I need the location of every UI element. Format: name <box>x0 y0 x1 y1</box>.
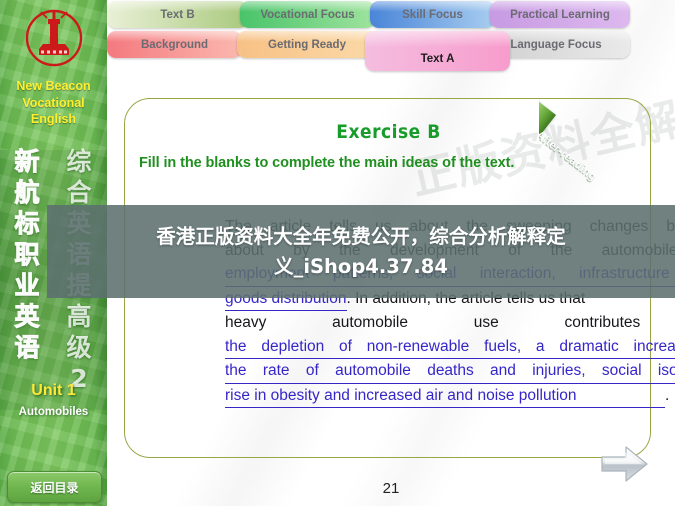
slide-stage: New Beacon Vocational English 新 航 标 职 业 … <box>0 0 675 506</box>
brand-title: New Beacon Vocational English <box>0 78 107 128</box>
paragraph-line-4: goods distribution. In addition, the art… <box>225 287 675 311</box>
cn-char: 合 <box>66 178 92 207</box>
cn-char: 新 <box>14 147 40 177</box>
cn-char: 航 <box>14 178 40 208</box>
cn-char: 语 <box>14 333 40 363</box>
paragraph-line-2: about by the development of the automobi… <box>225 241 675 259</box>
paragraph-line-4-rest: . In addition, the article tells us that <box>346 289 586 307</box>
unit-label: Unit 1 <box>31 382 76 399</box>
tab-background-label: Background <box>140 38 209 51</box>
answer-blank-3[interactable]: the depletion of non-renewable fuels, a … <box>225 335 675 359</box>
answer-blank-1[interactable]: employment patterns, social interaction,… <box>225 262 675 287</box>
paragraph-line-1: The article tells us about the sweeping … <box>225 218 675 235</box>
brand-line-3: English <box>30 112 77 126</box>
chinese-title-left-column: 新 航 标 职 业 英 语 <box>2 146 52 363</box>
fill-in-blanks-paragraph: The article tells us about the sweeping … <box>225 215 675 408</box>
tab-text-b[interactable]: Text B <box>107 1 248 28</box>
cn-char: 标 <box>14 209 40 239</box>
answer-blank-2[interactable]: goods distribution <box>225 287 347 311</box>
next-arrow-icon[interactable] <box>596 440 652 488</box>
cn-char: 职 <box>14 240 40 270</box>
tab-skill-focus-label: Skill Focus <box>402 8 463 21</box>
answer-blank-5[interactable]: rise in obesity and increased air and no… <box>225 384 665 408</box>
cn-char: 综 <box>66 147 92 176</box>
tab-getting-ready-label: Getting Ready <box>268 38 346 51</box>
brand-line-2: Vocational <box>22 95 85 110</box>
tab-getting-ready[interactable]: Getting Ready <box>237 31 377 58</box>
paragraph-line-8: rise in obesity and increased air and no… <box>225 384 675 408</box>
tab-vocational-focus-label: Vocational Focus <box>260 8 355 21</box>
tab-text-a-active[interactable]: Text A <box>365 31 510 71</box>
cn-char: 业 <box>14 271 40 301</box>
page-number: 21 <box>382 480 400 497</box>
exercise-title: Exercise B <box>336 121 441 143</box>
tab-bar: Text B Vocational Focus Skill Focus Prac… <box>107 0 675 66</box>
cn-char: 英 <box>14 302 40 332</box>
cn-char: 高 <box>66 302 92 331</box>
tab-skill-focus[interactable]: Skill Focus <box>370 1 495 28</box>
tab-text-b-label: Text B <box>160 8 195 21</box>
chinese-title-right-column: 综 合 英 语 提 高 级 2 <box>54 146 104 394</box>
unit-topic: Automobiles <box>18 406 89 418</box>
cn-char: 英 <box>66 209 92 238</box>
answer-blank-4[interactable]: the rate of automobile deaths and injuri… <box>225 359 675 384</box>
tab-background[interactable]: Background <box>107 31 242 58</box>
tab-language-focus-label: Language Focus <box>510 38 602 51</box>
tab-vocational-focus[interactable]: Vocational Focus <box>240 1 375 28</box>
paragraph-line-8-rest: . <box>665 386 670 404</box>
main-content: 正版资料全解析 Text B Vocational Focus Skill Fo… <box>107 0 675 506</box>
chinese-title-block: 新 航 标 职 业 英 语 综 合 英 语 提 高 级 2 <box>0 146 107 394</box>
sidebar: New Beacon Vocational English 新 航 标 职 业 … <box>0 0 107 506</box>
paragraph-line-5: heavy automobile use contributes to <box>225 314 675 331</box>
tab-text-a-label: Text A <box>420 53 455 65</box>
brand-line-1: New Beacon <box>16 79 91 93</box>
tab-practical-learning-label: Practical Learning <box>510 8 610 21</box>
back-to-contents-button[interactable]: 返回目录 <box>7 471 102 503</box>
cn-char: 提 <box>66 271 92 300</box>
cn-char: 语 <box>66 240 92 269</box>
tab-practical-learning[interactable]: Practical Learning <box>490 1 630 28</box>
exercise-instruction: Fill in the blanks to complete the main … <box>139 155 515 171</box>
beacon-lighthouse-icon <box>17 6 91 72</box>
cn-char: 级 <box>66 333 92 362</box>
back-to-contents-label: 返回目录 <box>30 480 79 495</box>
